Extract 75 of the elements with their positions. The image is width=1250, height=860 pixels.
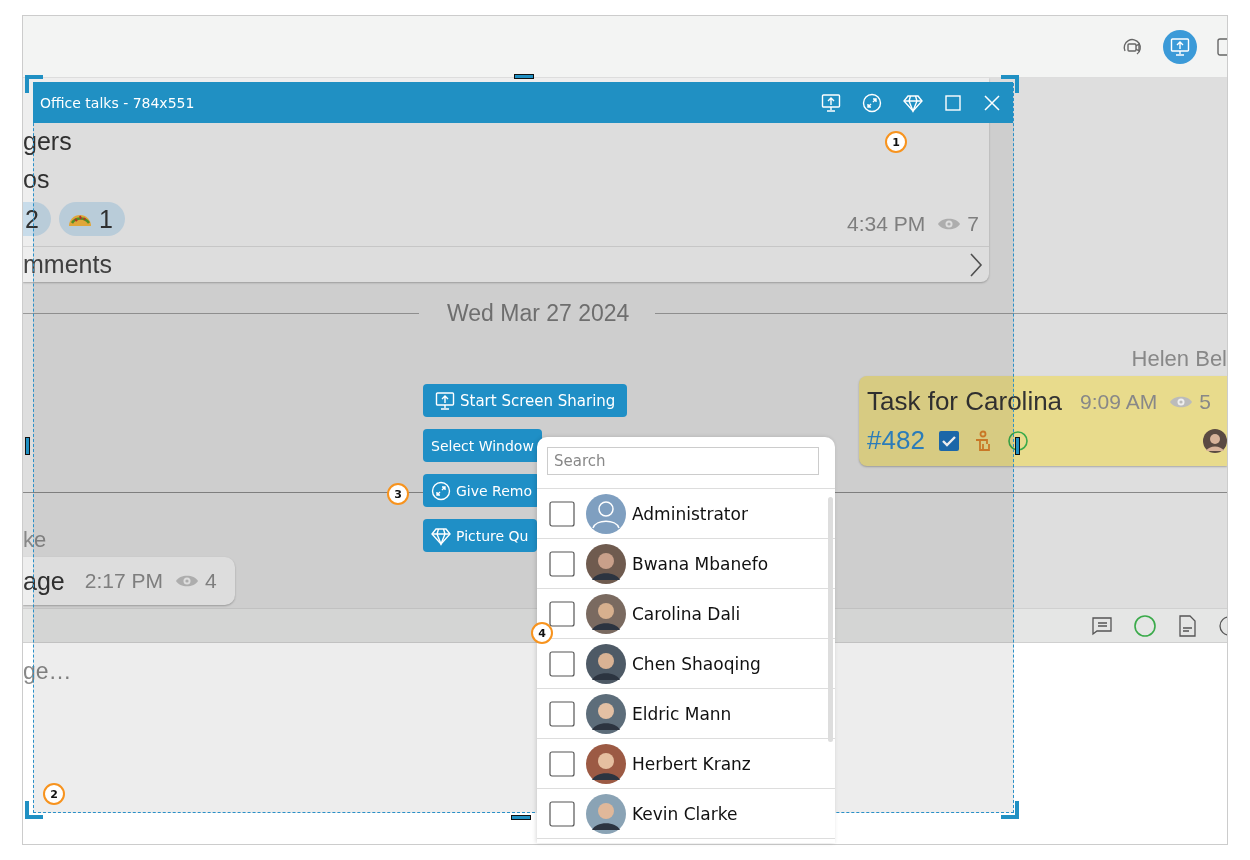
resize-handle[interactable] <box>511 815 531 820</box>
status-circle-icon[interactable] <box>1133 613 1157 638</box>
checkbox[interactable] <box>549 600 575 627</box>
message-list-icon[interactable] <box>1091 615 1113 636</box>
user-name: Bwana Mbanefo <box>632 553 769 574</box>
user-name: Eldric Mann <box>632 703 732 724</box>
resize-handle[interactable] <box>1001 75 1019 93</box>
comments-row[interactable]: mments <box>23 246 989 282</box>
comments-label: mments <box>23 250 112 279</box>
resize-handle[interactable] <box>25 801 43 819</box>
user-name: Herbert Kranz <box>632 753 751 774</box>
message-time: 4:34 PM <box>847 212 926 236</box>
scrollbar[interactable] <box>828 497 833 742</box>
checkbox[interactable] <box>549 700 575 727</box>
maximize-icon[interactable] <box>944 93 962 112</box>
resize-handle[interactable] <box>1015 437 1020 455</box>
remote-control-icon <box>431 480 451 501</box>
reaction-pill[interactable]: 2 <box>23 202 51 236</box>
file-icon[interactable] <box>1177 613 1197 638</box>
screen-share-icon <box>1170 36 1190 57</box>
view-count: 4 <box>204 569 217 593</box>
diamond-icon <box>431 525 451 546</box>
reaction-count: 2 <box>25 204 39 234</box>
resize-handle[interactable] <box>25 75 43 93</box>
user-name: Kevin Clarke <box>632 803 738 824</box>
screen-share-icon[interactable] <box>821 92 841 113</box>
reaction-count: 1 <box>98 204 113 234</box>
reaction-pill[interactable]: 1 <box>58 202 125 236</box>
window-title: Office talks - 784x551 <box>40 94 195 111</box>
message-text: os <box>23 164 50 194</box>
user-name: Administrator <box>632 503 748 524</box>
message-text: age <box>23 566 65 596</box>
user-list-item[interactable]: Kevin Clarke <box>537 789 835 839</box>
close-icon[interactable] <box>983 93 1001 112</box>
screen-share-button[interactable] <box>1163 29 1197 64</box>
sender-name: Helen Bel <box>1131 346 1227 372</box>
user-list-item[interactable]: Administrator <box>537 489 835 539</box>
eye-icon <box>937 217 962 231</box>
checkbox[interactable] <box>549 650 575 677</box>
search-field[interactable]: Search <box>547 447 819 475</box>
share-option-button[interactable]: Select Window <box>423 429 542 462</box>
view-count: 7 <box>967 212 979 236</box>
eye-icon <box>1169 394 1194 409</box>
message-text: gers <box>23 126 72 156</box>
screen-share-icon <box>435 390 455 411</box>
user-name: Carolina Dali <box>632 603 741 624</box>
status-circle-icon <box>1006 429 1029 452</box>
diamond-icon[interactable] <box>903 92 923 113</box>
share-option-button[interactable]: Picture Qu <box>423 519 537 552</box>
message-time: 9:09 AM <box>1080 389 1158 414</box>
avatar <box>1203 428 1227 453</box>
user-list-item[interactable]: Herbert Kranz <box>537 739 835 789</box>
checkbox[interactable] <box>938 430 959 451</box>
remote-control-icon[interactable] <box>862 92 882 113</box>
share-option-button[interactable]: Start Screen Sharing <box>423 384 628 417</box>
checkbox[interactable] <box>549 800 575 827</box>
checkbox[interactable] <box>549 550 575 577</box>
view-count: 5 <box>1199 389 1211 414</box>
user-list-item[interactable]: Eldric Mann <box>537 689 835 739</box>
chevron-right-icon <box>969 251 983 278</box>
user-name: Chen Shaoqing <box>632 653 761 674</box>
sender-name: ke <box>23 527 47 553</box>
avatar <box>586 493 626 534</box>
checkbox[interactable] <box>549 750 575 777</box>
message-input[interactable]: ge… <box>23 643 423 699</box>
date-divider: Wed Mar 27 2024 <box>447 299 630 327</box>
share-option-button[interactable]: Give Remo <box>423 474 540 507</box>
eye-icon <box>174 574 199 588</box>
checkbox[interactable] <box>549 500 575 527</box>
resize-handle[interactable] <box>514 74 534 79</box>
resize-handle[interactable] <box>25 437 30 455</box>
user-list-item[interactable]: Bwana Mbanefo <box>537 539 835 589</box>
message-time: 2:17 PM <box>84 569 163 593</box>
resize-handle[interactable] <box>1001 801 1019 819</box>
task-title: Task for Carolina <box>867 386 1063 417</box>
